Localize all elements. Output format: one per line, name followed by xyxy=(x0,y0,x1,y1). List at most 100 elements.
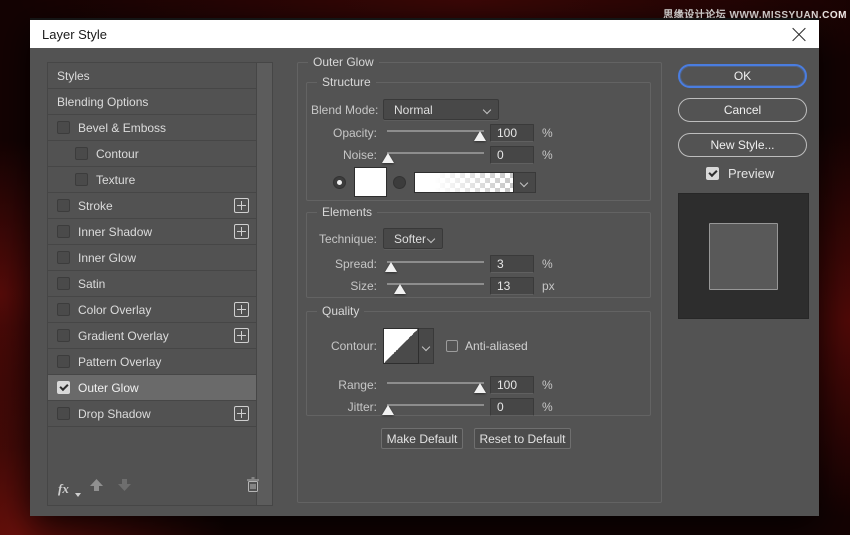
gradient-picker-button[interactable] xyxy=(514,172,536,193)
checkbox-checked-icon[interactable] xyxy=(57,381,70,394)
style-preview-thumbnail xyxy=(678,193,809,319)
opacity-row: Opacity: 100 % xyxy=(311,124,646,142)
add-effect-icon[interactable] xyxy=(234,302,249,317)
size-row: Size: 13 px xyxy=(311,277,646,295)
sidebar-item-bevel-emboss[interactable]: Bevel & Emboss xyxy=(48,115,256,141)
dialog-title: Layer Style xyxy=(42,27,107,42)
checkbox-icon[interactable] xyxy=(57,407,70,420)
sidebar-item-drop-shadow[interactable]: Drop Shadow xyxy=(48,401,256,427)
sidebar-item-color-overlay[interactable]: Color Overlay xyxy=(48,297,256,323)
sidebar-item-pattern-overlay[interactable]: Pattern Overlay xyxy=(48,349,256,375)
sidebar-item-inner-shadow[interactable]: Inner Shadow xyxy=(48,219,256,245)
jitter-label: Jitter: xyxy=(311,400,377,414)
size-input[interactable]: 13 xyxy=(490,277,534,295)
contour-picker-button[interactable] xyxy=(419,328,434,364)
slider-track xyxy=(387,382,484,384)
dialog-titlebar[interactable]: Layer Style xyxy=(30,18,819,48)
spread-slider[interactable] xyxy=(387,257,484,272)
range-slider[interactable] xyxy=(387,378,484,393)
opacity-slider[interactable] xyxy=(387,126,484,141)
chevron-down-icon xyxy=(483,106,491,114)
slider-thumb[interactable] xyxy=(394,284,406,294)
slider-track xyxy=(387,152,484,154)
preview-checkbox-icon[interactable] xyxy=(706,167,719,180)
gradient-fade xyxy=(415,173,513,192)
slider-track xyxy=(387,404,484,406)
sidebar-item-satin[interactable]: Satin xyxy=(48,271,256,297)
sidebar-item-blending-options[interactable]: Blending Options xyxy=(48,89,256,115)
add-effect-icon[interactable] xyxy=(234,328,249,343)
technique-label: Technique: xyxy=(311,232,377,246)
noise-label: Noise: xyxy=(311,148,377,162)
size-slider[interactable] xyxy=(387,279,484,294)
range-unit: % xyxy=(542,378,553,392)
add-effect-icon[interactable] xyxy=(234,224,249,239)
checkbox-icon[interactable] xyxy=(57,303,70,316)
sidebar-item-texture[interactable]: Texture xyxy=(48,167,256,193)
gradient-preview[interactable] xyxy=(414,172,514,193)
sidebar-item-stroke[interactable]: Stroke xyxy=(48,193,256,219)
sidebar-item-outer-glow[interactable]: Outer Glow xyxy=(48,375,256,401)
opacity-input[interactable]: 100 xyxy=(490,124,534,142)
jitter-slider[interactable] xyxy=(387,400,484,415)
make-default-button[interactable]: Make Default xyxy=(381,428,463,449)
range-input[interactable]: 100 xyxy=(490,376,534,394)
sidebar-item-inner-glow[interactable]: Inner Glow xyxy=(48,245,256,271)
panel-title: Outer Glow xyxy=(308,55,379,69)
fx-menu-arrow-icon xyxy=(75,493,81,497)
checkbox-icon[interactable] xyxy=(75,147,88,160)
checkbox-icon[interactable] xyxy=(75,173,88,186)
elements-section: Elements Technique: Softer Spread: 3 % S… xyxy=(306,212,651,298)
noise-slider[interactable] xyxy=(387,148,484,163)
blend-mode-select[interactable]: Normal xyxy=(383,99,499,120)
slider-thumb[interactable] xyxy=(474,383,486,393)
ok-button[interactable]: OK xyxy=(678,64,807,88)
close-icon[interactable] xyxy=(791,27,807,43)
cancel-button[interactable]: Cancel xyxy=(678,98,807,122)
sidebar-item-styles[interactable]: Styles xyxy=(48,63,256,89)
checkbox-icon[interactable] xyxy=(57,329,70,342)
opacity-label: Opacity: xyxy=(311,126,377,140)
solid-color-radio[interactable] xyxy=(333,176,346,189)
delete-effect-icon[interactable] xyxy=(246,477,260,498)
contour-thumbnail[interactable] xyxy=(383,328,419,364)
move-effect-down-icon[interactable] xyxy=(117,478,132,497)
slider-thumb[interactable] xyxy=(474,131,486,141)
reset-to-default-button[interactable]: Reset to Default xyxy=(474,428,571,449)
spread-input[interactable]: 3 xyxy=(490,255,534,273)
glow-color-swatch[interactable] xyxy=(354,167,387,197)
fx-menu-button[interactable]: fx xyxy=(58,481,69,497)
sidebar-scrollbar[interactable] xyxy=(256,63,272,505)
slider-thumb[interactable] xyxy=(382,153,394,163)
jitter-unit: % xyxy=(542,400,553,414)
slider-thumb[interactable] xyxy=(385,262,397,272)
checkbox-icon[interactable] xyxy=(57,121,70,134)
elements-legend: Elements xyxy=(317,205,377,219)
technique-row: Technique: Softer xyxy=(311,228,646,249)
style-preview-swatch xyxy=(709,223,778,290)
structure-section: Structure Blend Mode: Normal Opacity: 10… xyxy=(306,82,651,201)
checkbox-icon[interactable] xyxy=(57,355,70,368)
add-effect-icon[interactable] xyxy=(234,406,249,421)
move-effect-up-icon[interactable] xyxy=(89,478,104,497)
new-style-button[interactable]: New Style... xyxy=(678,133,807,157)
noise-input[interactable]: 0 xyxy=(490,146,534,164)
jitter-row: Jitter: 0 % xyxy=(311,398,646,416)
sidebar-item-contour[interactable]: Contour xyxy=(48,141,256,167)
checkbox-icon[interactable] xyxy=(57,199,70,212)
range-row: Range: 100 % xyxy=(311,376,646,394)
gradient-radio[interactable] xyxy=(393,176,406,189)
preview-toggle[interactable]: Preview xyxy=(706,166,774,181)
checkbox-icon[interactable] xyxy=(57,225,70,238)
jitter-input[interactable]: 0 xyxy=(490,398,534,416)
sidebar-item-gradient-overlay[interactable]: Gradient Overlay xyxy=(48,323,256,349)
checkbox-icon[interactable] xyxy=(57,251,70,264)
blend-mode-label: Blend Mode: xyxy=(311,103,377,117)
checkbox-icon[interactable] xyxy=(57,277,70,290)
add-effect-icon[interactable] xyxy=(234,198,249,213)
anti-aliased-checkbox[interactable] xyxy=(446,340,458,352)
slider-thumb[interactable] xyxy=(382,405,394,415)
technique-select[interactable]: Softer xyxy=(383,228,443,249)
glow-color-row xyxy=(333,167,646,197)
sidebar-footer: fx xyxy=(58,479,260,499)
